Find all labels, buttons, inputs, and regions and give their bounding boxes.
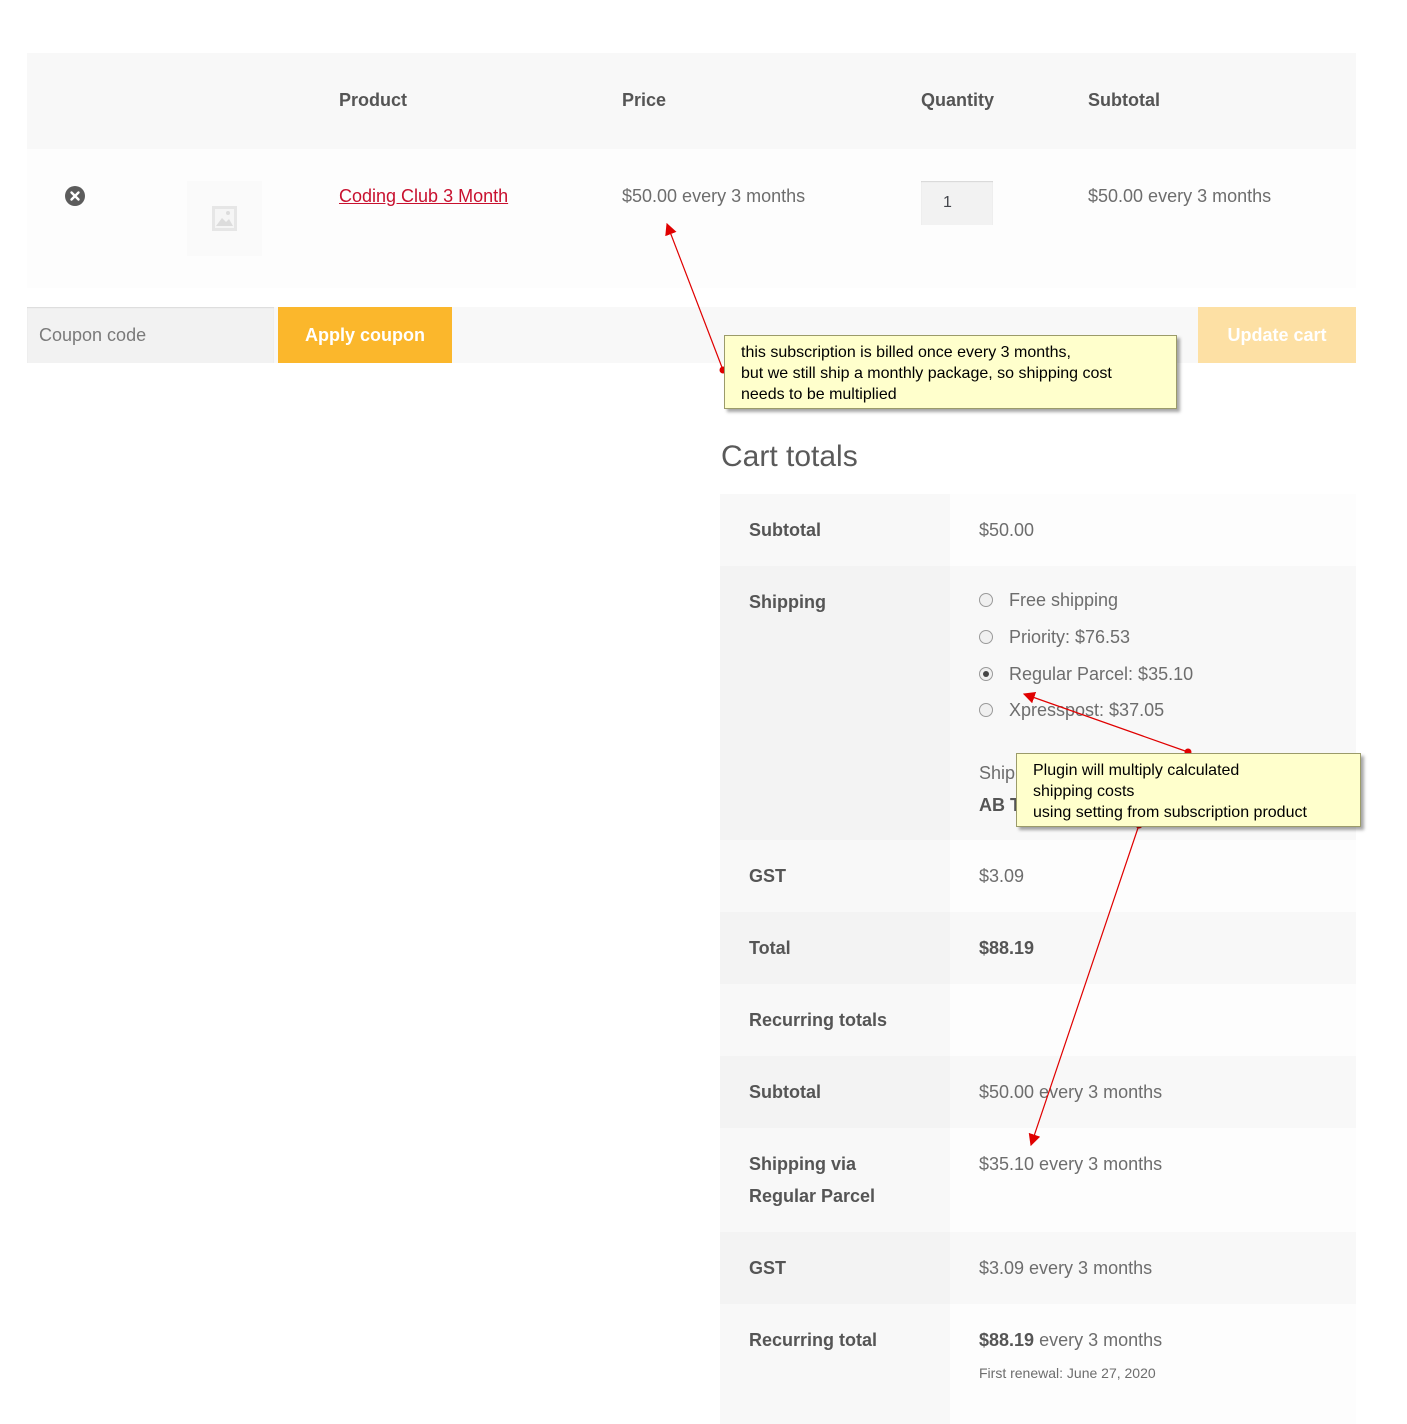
annotation-note-plugin: Plugin will multiply calculated shipping…	[1016, 753, 1361, 827]
annotation-line: but we still ship a monthly package, so …	[741, 365, 1112, 382]
arrow-to-recurring-shipping	[1028, 824, 1140, 1147]
annotation-line: Plugin will multiply calculated	[1033, 762, 1240, 779]
annotation-line: shipping costs	[1033, 783, 1135, 800]
annotation-line: needs to be multiplied	[741, 386, 897, 403]
arrow-to-regular-parcel	[1022, 691, 1189, 753]
arrow-to-price	[665, 222, 724, 371]
annotation-line: this subscription is billed once every 3…	[741, 344, 1071, 361]
annotation-arrows	[665, 222, 1192, 1147]
annotation-line: using setting from subscription product	[1033, 804, 1307, 821]
annotation-note-billing: this subscription is billed once every 3…	[724, 335, 1177, 409]
